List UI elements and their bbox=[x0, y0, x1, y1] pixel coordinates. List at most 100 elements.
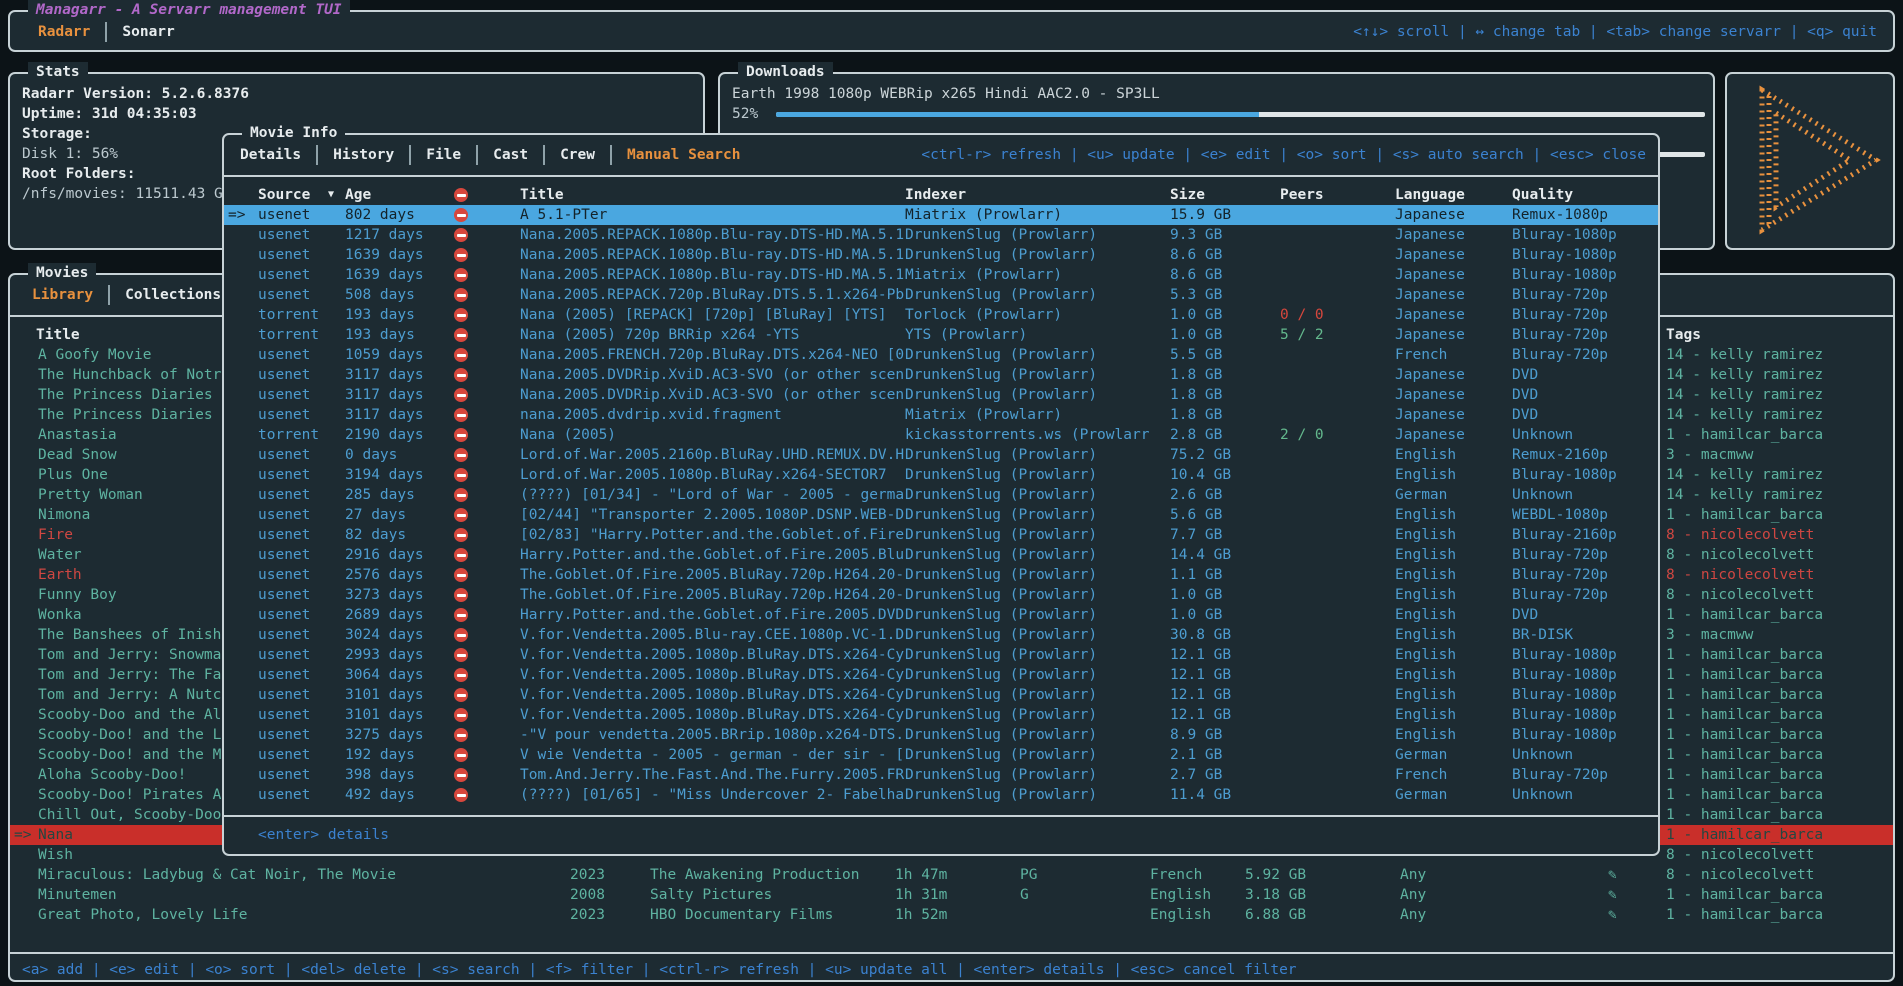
download-entry[interactable]: Earth 1998 1080p WEBRip x265 Hindi AAC2.… bbox=[732, 84, 1160, 104]
search-result-row[interactable]: usenet 3194 days Lord.of.War.2005.1080p.… bbox=[224, 465, 1658, 485]
release-language: French bbox=[1395, 345, 1447, 365]
col-peers[interactable]: Peers bbox=[1280, 185, 1324, 205]
search-result-row[interactable]: usenet 398 days Tom.And.Jerry.The.Fast.A… bbox=[224, 765, 1658, 785]
release-quality: Remux-2160p bbox=[1512, 445, 1608, 465]
selection-marker: => bbox=[14, 825, 31, 845]
release-quality: Bluray-720p bbox=[1512, 345, 1608, 365]
col-indexer[interactable]: Indexer bbox=[905, 185, 966, 205]
release-language: Japanese bbox=[1395, 205, 1465, 225]
search-footer-divider bbox=[224, 815, 1658, 817]
release-age: 27 days bbox=[345, 505, 406, 525]
search-result-row[interactable]: usenet 2576 days The.Goblet.Of.Fire.2005… bbox=[224, 565, 1658, 585]
tag-row: 1 - hamilcar_barca bbox=[1652, 605, 1893, 625]
search-result-row[interactable]: usenet 1059 days Nana.2005.FRENCH.720p.B… bbox=[224, 345, 1658, 365]
search-result-row[interactable]: usenet 3101 days V.for.Vendetta.2005.108… bbox=[224, 705, 1658, 725]
search-result-row[interactable]: usenet 2993 days V.for.Vendetta.2005.108… bbox=[224, 645, 1658, 665]
release-language: German bbox=[1395, 485, 1447, 505]
movie-info-tab[interactable]: History bbox=[318, 145, 411, 165]
release-quality: WEBDL-1080p bbox=[1512, 505, 1608, 525]
movie-row[interactable]: Minutemen 2008 Salty Pictures 1h 31m G E… bbox=[10, 885, 1648, 905]
release-language: German bbox=[1395, 785, 1447, 805]
downloads-title: Downloads bbox=[738, 62, 833, 82]
release-indexer: Miatrix (Prowlarr) bbox=[905, 265, 1062, 285]
release-indexer: DrunkenSlug (Prowlarr) bbox=[905, 605, 1097, 625]
movie-row[interactable]: Miraculous: Ladybug & Cat Noir, The Movi… bbox=[10, 865, 1648, 885]
search-result-row[interactable]: usenet 3275 days -"V pour vendetta.2005.… bbox=[224, 725, 1658, 745]
uptime: Uptime: 31d 04:35:03 bbox=[22, 104, 197, 124]
search-result-row[interactable]: usenet 82 days [02/83] "Harry.Potter.and… bbox=[224, 525, 1658, 545]
logo-panel bbox=[1725, 72, 1895, 250]
movie-info-title: Movie Info bbox=[242, 123, 345, 143]
search-result-row[interactable]: usenet 285 days (????) [01/34] - "Lord o… bbox=[224, 485, 1658, 505]
search-result-row[interactable]: torrent 2190 days Nana (2005) kickasstor… bbox=[224, 425, 1658, 445]
search-result-row[interactable]: usenet 3064 days V.for.Vendetta.2005.108… bbox=[224, 665, 1658, 685]
search-result-row[interactable]: usenet 2916 days Harry.Potter.and.the.Go… bbox=[224, 545, 1658, 565]
release-age: 802 days bbox=[345, 205, 415, 225]
search-result-row[interactable]: usenet 3273 days The.Goblet.Of.Fire.2005… bbox=[224, 585, 1658, 605]
release-size: 30.8 GB bbox=[1170, 625, 1231, 645]
release-age: 3101 days bbox=[345, 705, 424, 725]
search-result-row[interactable]: => usenet 802 days A 5.1-PTer Miatrix (P… bbox=[224, 205, 1658, 225]
release-language: Japanese bbox=[1395, 285, 1465, 305]
movies-col-tags: Tags bbox=[1666, 325, 1701, 345]
tag-row: 1 - hamilcar_barca bbox=[1652, 765, 1893, 785]
movie-info-tab[interactable]: File bbox=[411, 145, 478, 165]
col-size[interactable]: Size bbox=[1170, 185, 1205, 205]
movie-info-tab[interactable]: Cast bbox=[478, 145, 545, 165]
movie-studio: HBO Documentary Films bbox=[650, 905, 833, 925]
rejected-icon bbox=[454, 568, 468, 582]
search-result-row[interactable]: usenet 3117 days Nana.2005.DVDRip.XviD.A… bbox=[224, 385, 1658, 405]
col-title[interactable]: Title bbox=[520, 185, 564, 205]
movie-info-tab[interactable]: Crew bbox=[545, 145, 612, 165]
tag-row: 14 - kelly ramirez bbox=[1652, 485, 1893, 505]
search-result-row[interactable]: usenet 0 days Lord.of.War.2005.2160p.Blu… bbox=[224, 445, 1658, 465]
search-result-row[interactable]: usenet 3101 days V.for.Vendetta.2005.108… bbox=[224, 685, 1658, 705]
rejected-icon bbox=[454, 228, 468, 242]
movies-tab[interactable]: Library bbox=[32, 285, 110, 305]
search-result-row[interactable]: usenet 492 days (????) [01/65] - "Miss U… bbox=[224, 785, 1658, 805]
servarr-tab[interactable]: Radarr bbox=[38, 22, 107, 42]
search-result-row[interactable]: torrent 193 days Nana (2005) [REPACK] [7… bbox=[224, 305, 1658, 325]
search-result-row[interactable]: usenet 3117 days nana.2005.dvdrip.xvid.f… bbox=[224, 405, 1658, 425]
movies-tab[interactable]: Collections bbox=[110, 285, 238, 305]
search-result-row[interactable]: usenet 3117 days Nana.2005.DVDRip.XviD.A… bbox=[224, 365, 1658, 385]
search-result-row[interactable]: usenet 3024 days V.for.Vendetta.2005.Blu… bbox=[224, 625, 1658, 645]
movie-size: 6.88 GB bbox=[1245, 905, 1306, 925]
col-source[interactable]: Source bbox=[258, 185, 310, 205]
search-result-row[interactable]: usenet 192 days V wie Vendetta - 2005 - … bbox=[224, 745, 1658, 765]
col-language[interactable]: Language bbox=[1395, 185, 1465, 205]
search-result-row[interactable]: usenet 27 days [02/44] "Transporter 2.20… bbox=[224, 505, 1658, 525]
release-language: Japanese bbox=[1395, 265, 1465, 285]
tag-row: 1 - hamilcar_barca bbox=[1652, 785, 1893, 805]
col-age[interactable]: Age bbox=[345, 185, 371, 205]
movie-title: Miraculous: Ladybug & Cat Noir, The Movi… bbox=[38, 865, 396, 885]
movie-row[interactable]: Great Photo, Lovely Life 2023 HBO Docume… bbox=[10, 905, 1648, 925]
movie-studio: The Awakening Production bbox=[650, 865, 860, 885]
search-result-row[interactable]: usenet 1639 days Nana.2005.REPACK.1080p.… bbox=[224, 265, 1658, 285]
search-result-row[interactable]: usenet 2689 days Harry.Potter.and.the.Go… bbox=[224, 605, 1658, 625]
search-result-row[interactable]: usenet 1217 days Nana.2005.REPACK.1080p.… bbox=[224, 225, 1658, 245]
search-result-row[interactable]: usenet 508 days Nana.2005.REPACK.720p.Bl… bbox=[224, 285, 1658, 305]
release-language: German bbox=[1395, 745, 1447, 765]
release-title: Nana.2005.REPACK.720p.BluRay.DTS.5.1.x26… bbox=[520, 285, 904, 305]
movie-info-tab[interactable]: Details bbox=[240, 145, 318, 165]
release-source: torrent bbox=[258, 325, 319, 345]
release-age: 1059 days bbox=[345, 345, 424, 365]
servarr-tab[interactable]: Sonarr bbox=[107, 22, 189, 42]
release-size: 2.8 GB bbox=[1170, 425, 1222, 445]
release-quality: Bluray-1080p bbox=[1512, 225, 1617, 245]
release-language: English bbox=[1395, 465, 1456, 485]
search-result-row[interactable]: torrent 193 days Nana (2005) 720p BRRip … bbox=[224, 325, 1658, 345]
release-title: V.for.Vendetta.2005.1080p.BluRay.DTS.x26… bbox=[520, 665, 904, 685]
tag-row: 1 - hamilcar_barca bbox=[1652, 825, 1893, 845]
movie-title: Aloha Scooby-Doo! bbox=[38, 765, 186, 785]
movie-info-tab[interactable]: Manual Search bbox=[612, 145, 756, 165]
release-title: Nana.2005.FRENCH.720p.BluRay.DTS.x264-NE… bbox=[520, 345, 904, 365]
movie-info-tabs: DetailsHistoryFileCastCrewManual Search bbox=[240, 145, 755, 165]
col-quality[interactable]: Quality bbox=[1512, 185, 1573, 205]
release-title: A 5.1-PTer bbox=[520, 205, 607, 225]
root-folder-path: /nfs/movies: 11511.43 GB bbox=[22, 184, 232, 204]
search-result-row[interactable]: usenet 1639 days Nana.2005.REPACK.1080p.… bbox=[224, 245, 1658, 265]
release-language: English bbox=[1395, 665, 1456, 685]
release-source: usenet bbox=[258, 345, 310, 365]
